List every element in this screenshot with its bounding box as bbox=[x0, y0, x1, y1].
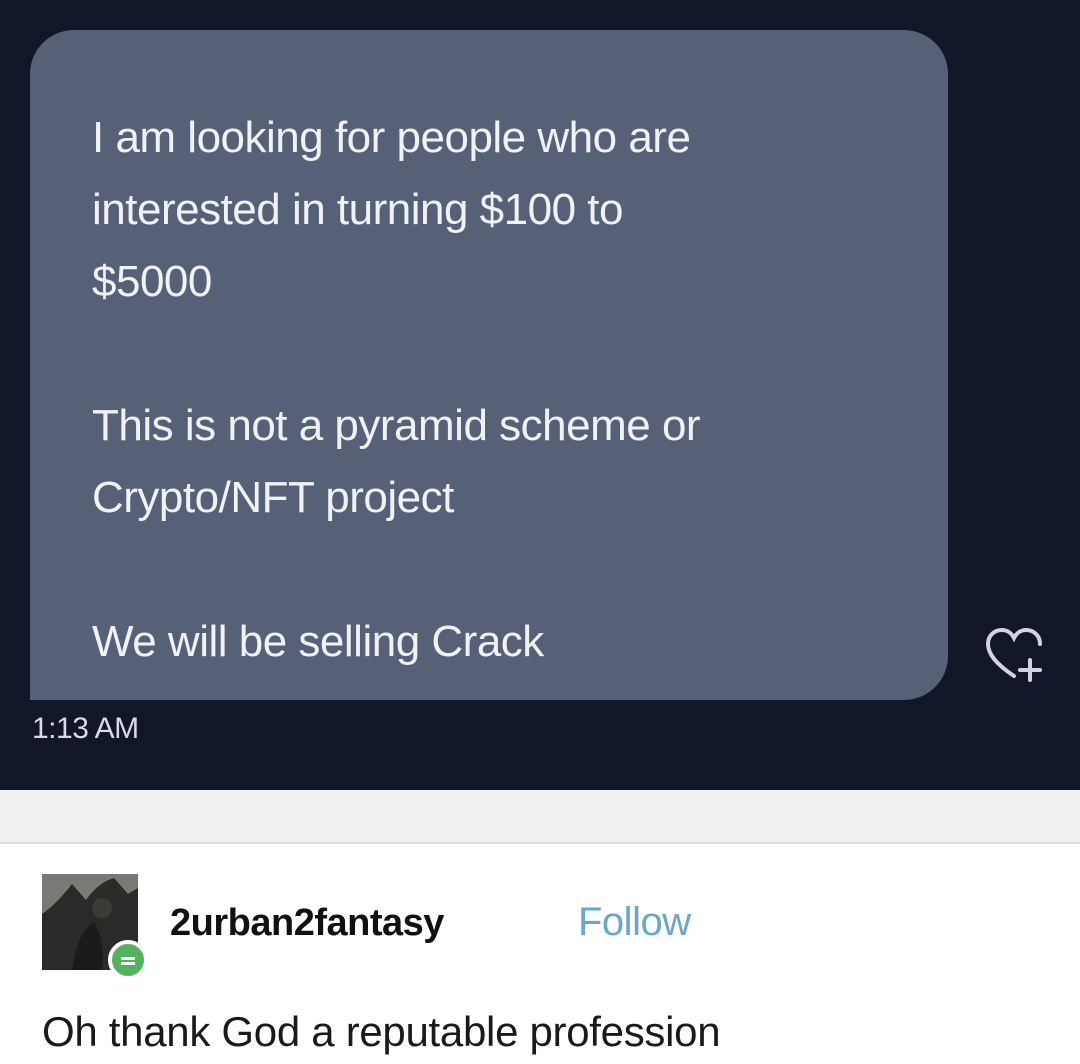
message-timestamp: 1:13 AM bbox=[32, 712, 139, 745]
reblog-post: 2urban2fantasy Follow Oh thank God a rep… bbox=[0, 844, 1080, 1064]
post-comment: Oh thank God a reputable profession bbox=[42, 1008, 721, 1055]
message-paragraph: We will be selling Crack bbox=[92, 617, 544, 666]
message-paragraph: This is not a pyramid scheme or Crypto/N… bbox=[92, 401, 701, 522]
message-bubble[interactable]: I am looking for people who are interest… bbox=[30, 30, 948, 700]
online-badge-icon bbox=[108, 940, 148, 980]
follow-button[interactable]: Follow bbox=[578, 900, 691, 945]
username-link[interactable]: 2urban2fantasy bbox=[170, 902, 444, 945]
message-paragraph: I am looking for people who are interest… bbox=[92, 113, 691, 306]
divider bbox=[0, 790, 1080, 844]
heart-plus-icon[interactable] bbox=[984, 626, 1048, 686]
dm-conversation: I am looking for people who are interest… bbox=[0, 0, 1080, 790]
